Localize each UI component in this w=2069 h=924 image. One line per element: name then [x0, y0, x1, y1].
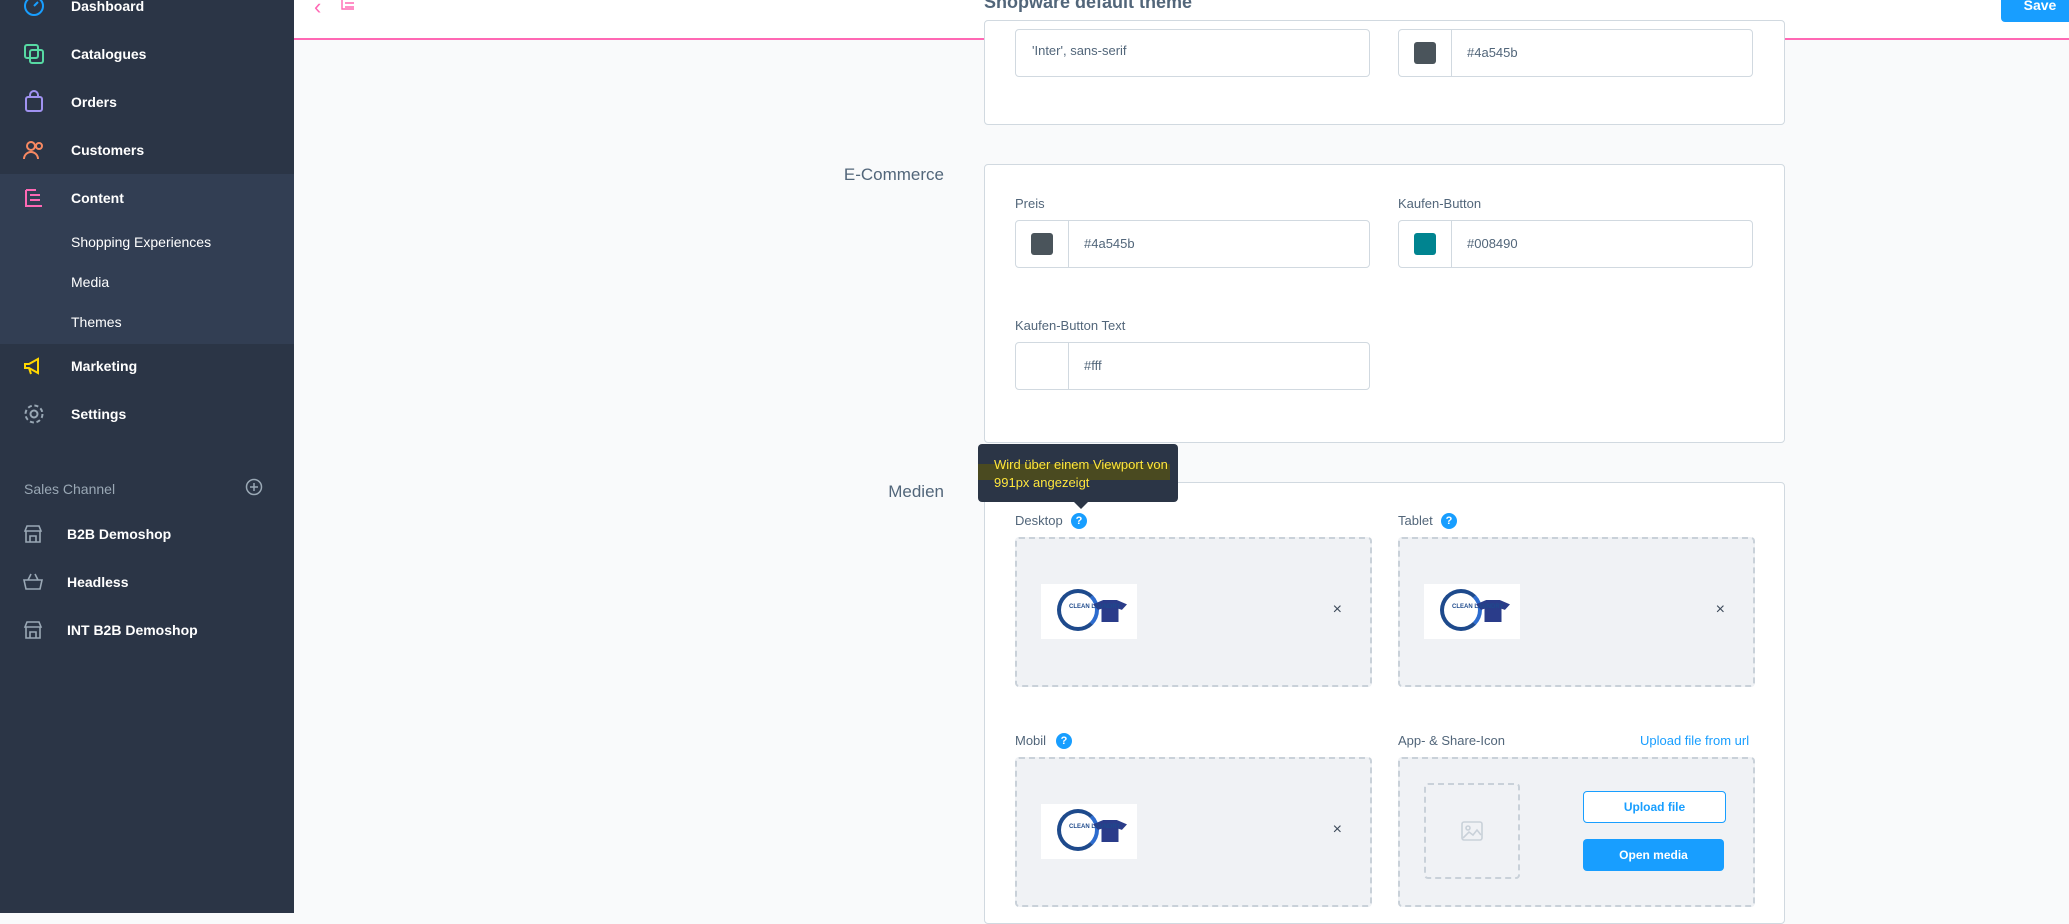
typography-card: 'Inter', sans-serif #4a545b	[984, 20, 1785, 125]
swatch-box	[1399, 30, 1452, 76]
kaufen-button-color-field[interactable]: #008490	[1398, 220, 1753, 268]
dashboard-icon	[24, 0, 44, 16]
sidebar-subitem-media[interactable]: Media	[71, 274, 109, 290]
sidebar-item-settings[interactable]: Settings	[0, 390, 294, 438]
sidebar-item-label: Content	[71, 190, 124, 206]
sales-channel-headless[interactable]: Headless	[0, 560, 294, 604]
image-icon	[1461, 821, 1483, 841]
sidebar-subitem-shopping-experiences[interactable]: Shopping Experiences	[71, 234, 211, 250]
logo-thumbnail: CLEAN LAUNDRY	[1041, 584, 1137, 639]
logo-thumbnail: CLEAN LAUNDRY	[1424, 584, 1520, 639]
help-icon[interactable]: ?	[1441, 513, 1457, 529]
remove-icon[interactable]: ×	[1333, 821, 1342, 839]
remove-icon[interactable]: ×	[1333, 601, 1342, 619]
sidebar: Dashboard Catalogues Orders Customers Co…	[0, 0, 294, 913]
ecommerce-card: Preis #4a545b Kaufen-Button #008490 Kauf…	[984, 164, 1785, 443]
image-placeholder	[1424, 783, 1520, 879]
sidebar-item-label: Settings	[71, 406, 127, 422]
back-arrow-icon[interactable]: ‹	[314, 0, 321, 20]
storefront-icon	[23, 621, 43, 639]
font-family-field[interactable]: 'Inter', sans-serif	[1015, 29, 1370, 77]
sales-channel-b2b-demoshop[interactable]: B2B Demoshop	[0, 512, 294, 556]
sales-channel-int-b2b-demoshop[interactable]: INT B2B Demoshop	[0, 608, 294, 652]
kaufen-button-text-label: Kaufen-Button Text	[1015, 318, 1126, 333]
sidebar-item-customers[interactable]: Customers	[0, 126, 294, 174]
customers-icon	[23, 141, 43, 160]
help-icon[interactable]: ?	[1056, 733, 1072, 749]
font-family-value: 'Inter', sans-serif	[1032, 43, 1127, 58]
sidebar-item-marketing[interactable]: Marketing	[0, 342, 294, 390]
sidebar-item-label: Dashboard	[71, 0, 145, 14]
logo-text: CLEAN LAUNDRY	[1069, 824, 1121, 830]
sidebar-subitem-themes[interactable]: Themes	[71, 314, 122, 330]
desktop-media-upload[interactable]: CLEAN LAUNDRY ×	[1015, 537, 1372, 687]
text-color-field[interactable]: #4a545b	[1398, 29, 1753, 77]
sales-channel-label: Headless	[67, 574, 129, 590]
sidebar-item-label: Orders	[71, 94, 117, 110]
settings-icon	[24, 404, 44, 424]
sales-channel-label: INT B2B Demoshop	[67, 622, 198, 638]
logo-text: CLEAN LAUNDRY	[1069, 604, 1121, 610]
kaufen-button-value: #008490	[1467, 236, 1518, 251]
content-icon	[25, 189, 42, 207]
tooltip-text: Wird über einem Viewport von 991px angez…	[994, 457, 1168, 490]
upload-from-url-link[interactable]: Upload file from url	[1640, 733, 1749, 748]
preis-color-field[interactable]: #4a545b	[1015, 220, 1370, 268]
swatch-box	[1016, 221, 1069, 267]
sidebar-item-orders[interactable]: Orders	[0, 78, 294, 126]
marketing-icon	[24, 357, 39, 375]
preis-label: Preis	[1015, 196, 1045, 211]
remove-icon[interactable]: ×	[1716, 601, 1725, 619]
upload-file-button[interactable]: Upload file	[1583, 791, 1726, 823]
catalogue-icon	[24, 44, 44, 64]
kaufen-button-label: Kaufen-Button	[1398, 196, 1482, 211]
theme-tree-icon	[341, 0, 354, 10]
media-card: Desktop ? Tablet ? CLEAN LAUNDRY × CLEAN…	[984, 482, 1785, 924]
tooltip-arrow	[1074, 502, 1088, 509]
ecommerce-section-label: E-Commerce	[843, 165, 944, 184]
mobile-media-upload[interactable]: CLEAN LAUNDRY ×	[1015, 757, 1372, 907]
orders-icon	[25, 90, 43, 112]
sidebar-item-catalogues[interactable]: Catalogues	[0, 30, 294, 78]
logo-thumbnail: CLEAN LAUNDRY	[1041, 804, 1137, 859]
app-icon-media-upload[interactable]: Upload file Open media	[1398, 757, 1755, 907]
page-title: Shopware default theme	[984, 0, 1193, 12]
color-swatch[interactable]	[1414, 233, 1436, 255]
sidebar-item-label: Catalogues	[71, 46, 147, 62]
color-swatch[interactable]	[1031, 355, 1053, 377]
sales-channel-title: Sales Channel	[24, 481, 116, 497]
tablet-label: Tablet	[1398, 513, 1433, 528]
sales-channel-label: B2B Demoshop	[67, 526, 172, 542]
basket-icon	[23, 573, 43, 590]
kaufen-button-text-color-field[interactable]: #fff	[1015, 342, 1370, 390]
media-section-label: Medien	[888, 482, 944, 501]
tooltip: Wird über einem Viewport von 991px angez…	[978, 444, 1178, 509]
swatch-box	[1399, 221, 1452, 267]
color-swatch[interactable]	[1414, 42, 1436, 64]
open-media-button[interactable]: Open media	[1583, 839, 1724, 871]
sidebar-item-label: Customers	[71, 142, 145, 158]
desktop-label: Desktop	[1015, 513, 1063, 528]
preis-value: #4a545b	[1084, 236, 1135, 251]
mobile-label: Mobil	[1015, 733, 1047, 748]
kaufen-button-text-value: #fff	[1084, 358, 1102, 373]
storefront-icon	[23, 525, 43, 543]
sidebar-item-dashboard[interactable]: Dashboard	[0, 0, 294, 30]
sidebar-item-label: Marketing	[71, 358, 138, 374]
tablet-media-upload[interactable]: CLEAN LAUNDRY ×	[1398, 537, 1755, 687]
text-color-value: #4a545b	[1467, 45, 1518, 60]
help-icon[interactable]: ?	[1071, 513, 1087, 529]
app-share-icon-label: App- & Share-Icon	[1398, 733, 1505, 748]
swatch-box	[1016, 343, 1069, 389]
logo-text: CLEAN LAUNDRY	[1452, 604, 1504, 610]
sidebar-item-content[interactable]: Content	[0, 174, 294, 222]
add-sales-channel-icon[interactable]	[245, 478, 263, 496]
save-button[interactable]: Save	[2001, 0, 2069, 22]
color-swatch[interactable]	[1031, 233, 1053, 255]
